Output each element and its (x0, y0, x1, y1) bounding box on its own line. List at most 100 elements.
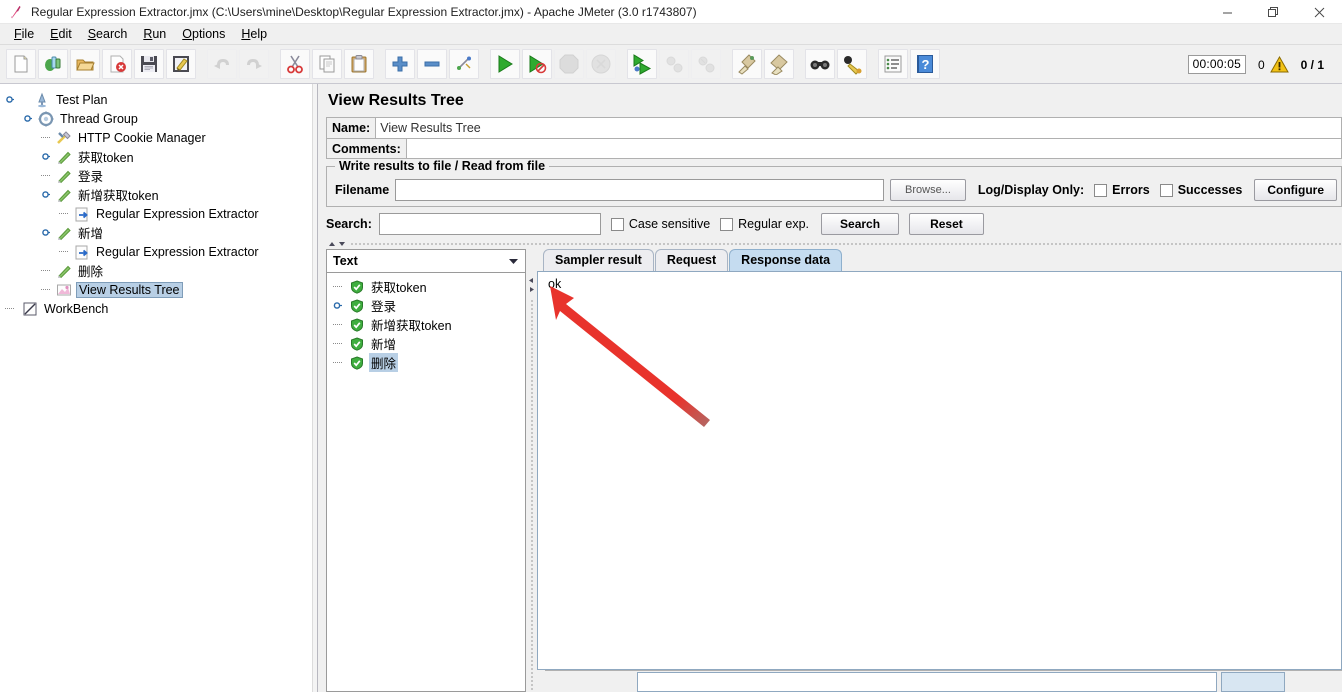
tree-node-sampler-3[interactable]: 新增获取token (0, 185, 317, 204)
tree-node-regex-extractor-2[interactable]: Regular Expression Extractor (0, 242, 317, 261)
name-input[interactable] (375, 118, 1341, 138)
open-button[interactable] (70, 49, 100, 79)
expand-handle-expanded-icon[interactable] (40, 189, 51, 200)
result-item-1[interactable]: 获取token (327, 277, 525, 296)
success-shield-icon (349, 317, 365, 333)
tab-request[interactable]: Request (654, 249, 729, 271)
result-item-3[interactable]: 新增获取token (327, 315, 525, 334)
search-button[interactable]: Search (821, 213, 900, 235)
tree-node-sampler-2[interactable]: 登录 (0, 166, 317, 185)
menu-file[interactable]: File (6, 25, 42, 43)
tree-node-sampler-5[interactable]: 删除 (0, 261, 317, 280)
shutdown-button[interactable] (586, 49, 616, 79)
http-sampler-icon (55, 224, 73, 241)
regular-exp-checkbox-wrap[interactable]: Regular exp. (720, 217, 809, 231)
configure-button[interactable]: Configure (1254, 179, 1337, 201)
undo-button[interactable] (207, 49, 237, 79)
case-sensitive-checkbox[interactable] (610, 217, 624, 231)
start-button[interactable] (490, 49, 520, 79)
response-data-body[interactable]: ok (537, 271, 1342, 670)
successes-checkbox[interactable] (1159, 183, 1173, 197)
result-item-5[interactable]: 删除 (327, 353, 525, 372)
clear-all-button[interactable] (764, 49, 794, 79)
comments-input[interactable] (405, 139, 1341, 158)
expand-handle-expanded-icon[interactable] (22, 113, 33, 124)
menu-help[interactable]: Help (233, 25, 275, 43)
stop-button[interactable] (554, 49, 584, 79)
tab-sampler-result[interactable]: Sampler result (543, 249, 654, 271)
tab-response-data[interactable]: Response data (729, 249, 843, 271)
successes-checkbox-wrap[interactable]: Successes (1159, 183, 1242, 197)
splitter-arrows[interactable] (328, 240, 346, 248)
chevron-down-icon[interactable] (508, 252, 519, 270)
tree-node-thread-group[interactable]: Thread Group (0, 109, 317, 128)
tree-node-regex-extractor-1[interactable]: Regular Expression Extractor (0, 204, 317, 223)
errors-checkbox-wrap[interactable]: Errors (1094, 183, 1150, 197)
filename-input[interactable] (395, 179, 885, 201)
tree-vertical-scrollbar[interactable] (312, 84, 317, 692)
menu-help-rest: elp (250, 27, 268, 41)
search-input[interactable] (378, 213, 601, 235)
tree-node-test-plan[interactable]: Test Plan (0, 90, 317, 109)
result-item-4[interactable]: 新增 (327, 334, 525, 353)
result-item-label: 新增获取token (371, 319, 452, 333)
expand-handle-collapsed-icon[interactable] (40, 151, 51, 162)
expand-handle-collapsed-icon[interactable] (332, 301, 342, 311)
errors-checkbox[interactable] (1094, 183, 1108, 197)
renderer-select[interactable]: Text (326, 249, 526, 273)
write-results-group-title: Write results to file / Read from file (335, 159, 550, 173)
search-toolbar-button[interactable] (805, 49, 835, 79)
tree-node-sampler-4[interactable]: 新增 (0, 223, 317, 242)
help-button[interactable]: ? (910, 49, 940, 79)
horizontal-splitter[interactable] (326, 239, 1342, 249)
function-helper-button[interactable] (878, 49, 908, 79)
browse-button[interactable]: Browse... (890, 179, 966, 201)
new-button[interactable] (6, 49, 36, 79)
paste-button[interactable] (344, 49, 374, 79)
bottom-search-input[interactable] (637, 671, 1217, 692)
menu-run[interactable]: Run (135, 25, 174, 43)
menu-search[interactable]: Search (80, 25, 136, 43)
test-plan-icon (33, 91, 51, 108)
detail-column: Sampler result Request Response data ok (537, 249, 1342, 692)
vertical-splitter[interactable] (526, 249, 537, 692)
templates-button[interactable] (38, 49, 68, 79)
tree-node-sampler-1[interactable]: 获取token (0, 147, 317, 166)
start-no-pauses-button[interactable] (522, 49, 552, 79)
expand-handle-expanded-icon[interactable] (4, 94, 15, 105)
stop-remote-button[interactable] (659, 49, 689, 79)
expand-all-button[interactable] (385, 49, 415, 79)
collapse-all-button[interactable] (417, 49, 447, 79)
start-remote-button[interactable] (627, 49, 657, 79)
toggle-button[interactable] (449, 49, 479, 79)
reset-button[interactable]: Reset (909, 213, 984, 235)
clear-button[interactable] (732, 49, 762, 79)
detail-tabs: Sampler result Request Response data (537, 249, 1342, 271)
close-button[interactable] (1296, 0, 1342, 24)
restore-button[interactable] (1250, 0, 1296, 24)
save-as-button[interactable] (166, 49, 196, 79)
warning-triangle-icon[interactable] (1269, 56, 1289, 73)
result-item-2[interactable]: 登录 (327, 296, 525, 315)
redo-button[interactable] (239, 49, 269, 79)
save-button[interactable] (134, 49, 164, 79)
bottom-search-button[interactable] (1221, 671, 1285, 692)
test-plan-tree-panel[interactable]: Test Plan Thread Group HTTP Cookie Manag… (0, 84, 318, 692)
copy-button[interactable] (312, 49, 342, 79)
tree-node-workbench[interactable]: WorkBench (0, 299, 317, 318)
collapse-right-icon[interactable] (528, 286, 535, 293)
expand-handle-expanded-icon[interactable] (40, 227, 51, 238)
tree-node-http-cookie-manager[interactable]: HTTP Cookie Manager (0, 128, 317, 147)
menu-options[interactable]: Options (174, 25, 233, 43)
shutdown-remote-button[interactable] (691, 49, 721, 79)
search-reset-toolbar-button[interactable] (837, 49, 867, 79)
menu-edit[interactable]: Edit (42, 25, 80, 43)
case-sensitive-checkbox-wrap[interactable]: Case sensitive (610, 217, 710, 231)
close-document-button[interactable] (102, 49, 132, 79)
collapse-left-icon[interactable] (528, 277, 535, 284)
tree-node-view-results-tree[interactable]: View Results Tree (0, 280, 317, 299)
minimize-button[interactable] (1204, 0, 1250, 24)
regular-exp-checkbox[interactable] (720, 217, 734, 231)
cut-button[interactable] (280, 49, 310, 79)
results-tree-list[interactable]: 获取token 登录 新增获取token 新增 删除 (326, 273, 526, 692)
